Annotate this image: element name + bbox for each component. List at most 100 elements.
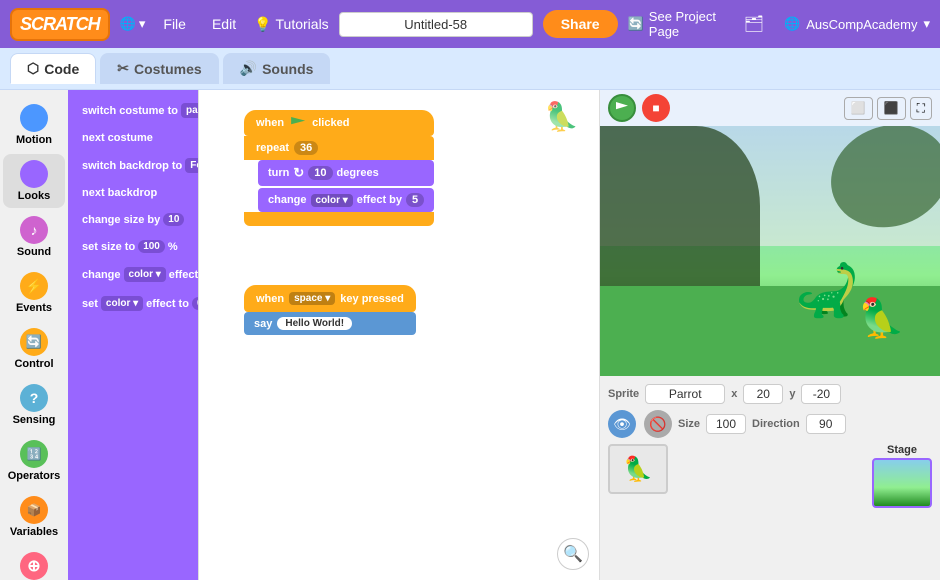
globe-arrow: ▾ bbox=[139, 16, 146, 32]
folder-icon[interactable]: 🗂 bbox=[744, 14, 764, 34]
sidebar-item-looks[interactable]: Looks bbox=[3, 154, 65, 208]
turn-value: 10 bbox=[308, 166, 332, 180]
block-say[interactable]: say Hello World! bbox=[244, 312, 416, 335]
block-change-effect[interactable]: change color ▾ effect by 5 bbox=[258, 188, 434, 212]
sprite-label: Sprite bbox=[608, 388, 639, 400]
sidebar-item-operators[interactable]: 🔢 Operators bbox=[3, 434, 65, 488]
code-tab-label: Code bbox=[44, 61, 79, 77]
control-dot: 🔄 bbox=[20, 328, 48, 356]
block-change-size[interactable]: change size by 10 bbox=[74, 208, 192, 231]
looks-label: Looks bbox=[18, 190, 50, 202]
block-when-flag[interactable]: when clicked bbox=[244, 110, 434, 136]
parrot-thumbnail[interactable]: 🦜 bbox=[608, 444, 668, 494]
stage-canvas: 🦕 🦜 bbox=[600, 126, 940, 376]
zoom-icon: 🔍 bbox=[563, 544, 583, 564]
edit-menu[interactable]: Edit bbox=[204, 16, 244, 32]
globe-button[interactable]: 🌐 ▾ bbox=[120, 16, 146, 32]
y-label: y bbox=[789, 388, 795, 400]
zoom-button[interactable]: 🔍 bbox=[557, 538, 589, 570]
user-arrow-icon: ▾ bbox=[923, 16, 930, 32]
block-set-color-effect[interactable]: set color ▾ effect to 0 bbox=[74, 291, 192, 316]
fullscreen-button[interactable]: ⛶ bbox=[910, 97, 932, 120]
color-effect-dd[interactable]: color ▾ bbox=[311, 194, 353, 207]
share-button[interactable]: Share bbox=[543, 10, 618, 38]
costumes-tab-icon: ✂ bbox=[117, 60, 129, 77]
repeat-value: 36 bbox=[294, 141, 318, 155]
tab-sounds[interactable]: 🔊 Sounds bbox=[223, 53, 331, 84]
block-repeat[interactable]: repeat 36 bbox=[244, 136, 434, 160]
block-switch-costume[interactable]: switch costume to parrot-b ▾ bbox=[74, 98, 192, 123]
x-value[interactable]: 20 bbox=[743, 384, 783, 404]
tab-costumes[interactable]: ✂ Costumes bbox=[100, 53, 218, 84]
motion-label: Motion bbox=[16, 134, 52, 146]
block-next-backdrop[interactable]: next backdrop bbox=[74, 182, 192, 204]
events-dot: ⚡ bbox=[20, 272, 48, 300]
file-menu[interactable]: File bbox=[155, 16, 194, 32]
sidebar-item-motion[interactable]: Motion bbox=[3, 98, 65, 152]
bulb-icon: 💡 bbox=[254, 16, 271, 33]
sprite-controls-row: 👁 🚫 Size 100 Direction 90 bbox=[608, 410, 932, 438]
tutorials-button[interactable]: 💡 Tutorials bbox=[254, 16, 329, 33]
script-area[interactable]: 🦜 when clicked repeat 36 turn ↻ 10 degre… bbox=[198, 90, 600, 580]
costume-dropdown[interactable]: parrot-b ▾ bbox=[181, 103, 198, 118]
control-label: Control bbox=[14, 358, 53, 370]
effect-type-dropdown[interactable]: color ▾ bbox=[124, 267, 166, 282]
globe-icon: 🌐 bbox=[120, 16, 136, 32]
see-project-button[interactable]: 🔄 See Project Page bbox=[628, 9, 730, 39]
stop-icon: ■ bbox=[652, 101, 659, 115]
set-effect-dropdown[interactable]: color ▾ bbox=[101, 296, 143, 311]
say-value: Hello World! bbox=[277, 317, 352, 330]
block-change-color-effect[interactable]: change color ▾ effect by 25 bbox=[74, 262, 192, 287]
sensing-dot: ? bbox=[20, 384, 48, 412]
stage-thumbnail[interactable] bbox=[872, 458, 932, 508]
main-area: Motion Looks ♪ Sound ⚡ Events 🔄 Control … bbox=[0, 90, 940, 580]
sprite-name-value[interactable]: Parrot bbox=[645, 384, 725, 404]
sidebar-item-myblocks[interactable]: ⊕ My Blocks bbox=[3, 546, 65, 580]
sidebar-item-sensing[interactable]: ? Sensing bbox=[3, 378, 65, 432]
motion-dot bbox=[20, 104, 48, 132]
sidebar-item-events[interactable]: ⚡ Events bbox=[3, 266, 65, 320]
large-stage-button[interactable]: ⬛ bbox=[877, 97, 906, 120]
small-stage-button[interactable]: ⬜ bbox=[844, 97, 873, 120]
script-group-1: when clicked repeat 36 turn ↻ 10 degrees… bbox=[244, 110, 434, 226]
variables-label: Variables bbox=[10, 526, 58, 538]
sprite-thumbnail-hint: 🦜 bbox=[544, 100, 579, 133]
sidebar-item-control[interactable]: 🔄 Control bbox=[3, 322, 65, 376]
costumes-tab-label: Costumes bbox=[134, 61, 202, 77]
stop-button[interactable]: ■ bbox=[642, 94, 670, 122]
sounds-tab-label: Sounds bbox=[262, 61, 313, 77]
green-flag-button[interactable] bbox=[608, 94, 636, 122]
block-turn[interactable]: turn ↻ 10 degrees bbox=[258, 160, 434, 186]
looks-dot bbox=[20, 160, 48, 188]
x-label: x bbox=[731, 388, 737, 400]
size-label: Size bbox=[678, 418, 700, 430]
hide-sprite-button[interactable]: 🚫 bbox=[644, 410, 672, 438]
block-next-costume[interactable]: next costume bbox=[74, 127, 192, 149]
tab-code[interactable]: ⬡ Code bbox=[10, 53, 96, 84]
myblocks-dot: ⊕ bbox=[20, 552, 48, 580]
block-switch-backdrop[interactable]: switch backdrop to Forest ▾ bbox=[74, 153, 192, 178]
repeat-body: turn ↻ 10 degrees change color ▾ effect … bbox=[258, 160, 434, 212]
sound-label: Sound bbox=[17, 246, 51, 258]
parrot-sprite: 🦜 bbox=[858, 297, 905, 341]
direction-value[interactable]: 90 bbox=[806, 414, 846, 434]
tutorials-label: Tutorials bbox=[276, 16, 329, 32]
key-dropdown[interactable]: space ▾ bbox=[289, 292, 335, 305]
block-set-size[interactable]: set size to 100 % bbox=[74, 235, 192, 258]
teal-sprite: 🦕 bbox=[795, 260, 860, 321]
category-sidebar: Motion Looks ♪ Sound ⚡ Events 🔄 Control … bbox=[0, 90, 68, 580]
sprite-info-panel: Sprite Parrot x 20 y -20 👁 🚫 Size 100 Di… bbox=[600, 376, 940, 580]
project-name-input[interactable] bbox=[339, 12, 533, 37]
blocks-palette: switch costume to parrot-b ▾ next costum… bbox=[68, 90, 198, 580]
y-value[interactable]: -20 bbox=[801, 384, 841, 404]
repeat-end bbox=[244, 212, 434, 226]
show-sprite-button[interactable]: 👁 bbox=[608, 410, 636, 438]
see-project-label: See Project Page bbox=[649, 9, 730, 39]
sidebar-item-variables[interactable]: 📦 Variables bbox=[3, 490, 65, 544]
backdrop-dropdown[interactable]: Forest ▾ bbox=[185, 158, 198, 173]
size-value[interactable]: 100 bbox=[706, 414, 746, 434]
user-menu[interactable]: 🌐 AusCompAcademy ▾ bbox=[784, 16, 930, 32]
block-when-key[interactable]: when space ▾ key pressed bbox=[244, 285, 416, 312]
direction-label: Direction bbox=[752, 418, 800, 430]
sidebar-item-sound[interactable]: ♪ Sound bbox=[3, 210, 65, 264]
